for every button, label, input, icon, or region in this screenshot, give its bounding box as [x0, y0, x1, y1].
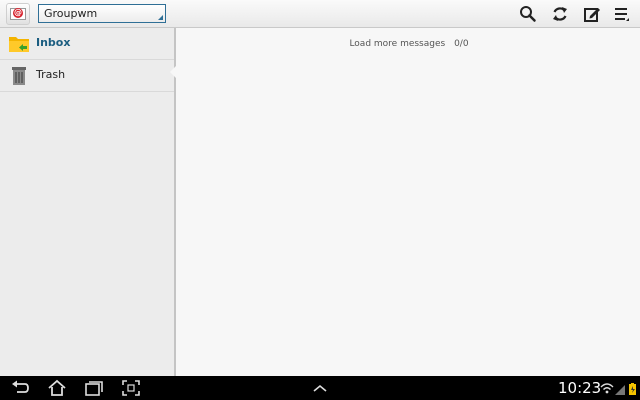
screen-capture-icon [122, 380, 140, 396]
back-icon [12, 380, 29, 393]
search-icon [520, 6, 536, 22]
menu-icon [615, 8, 629, 21]
account-name: Groupwm [44, 7, 98, 20]
signal-icon [615, 385, 625, 395]
message-count: 0/0 [454, 39, 469, 49]
message-list: Load more messages 0/0 [178, 28, 640, 376]
status-icons [600, 383, 636, 395]
folder-item-inbox[interactable]: Inbox [0, 28, 174, 60]
clock[interactable]: 10:23 [558, 379, 601, 397]
compose-icon [584, 8, 600, 22]
folder-label: Trash [36, 68, 66, 81]
folder-label: Inbox [36, 36, 71, 49]
chevron-up-icon [313, 384, 327, 392]
folder-sidebar: Inbox Trash [0, 28, 178, 376]
wifi-icon [600, 383, 614, 394]
folder-item-trash[interactable]: Trash [0, 60, 174, 92]
back-button[interactable] [10, 379, 30, 397]
load-more-messages[interactable]: Load more messages 0/0 [178, 39, 640, 49]
load-more-label: Load more messages [349, 39, 446, 49]
email-app-icon[interactable]: @ [6, 3, 30, 25]
account-selector[interactable]: Groupwm [38, 4, 166, 23]
battery-icon [629, 383, 636, 395]
screenshot-button[interactable] [121, 379, 141, 397]
search-button[interactable] [518, 4, 538, 24]
at-sign-icon: @ [13, 8, 23, 18]
mini-apps-tray-button[interactable] [310, 379, 330, 397]
selection-pointer [170, 64, 178, 80]
compose-button[interactable] [582, 4, 602, 24]
inbox-folder-icon [9, 37, 29, 52]
recent-apps-icon [85, 381, 103, 396]
refresh-button[interactable] [550, 4, 570, 24]
home-button[interactable] [47, 379, 67, 397]
refresh-icon [553, 7, 567, 21]
action-bar: @ Groupwm [0, 0, 640, 28]
recent-apps-button[interactable] [84, 379, 104, 397]
home-icon [48, 379, 66, 396]
dropdown-corner-icon [158, 15, 163, 20]
system-navigation-bar: 10:23 [0, 376, 640, 400]
menu-button[interactable] [612, 4, 632, 24]
trash-icon [12, 67, 26, 85]
